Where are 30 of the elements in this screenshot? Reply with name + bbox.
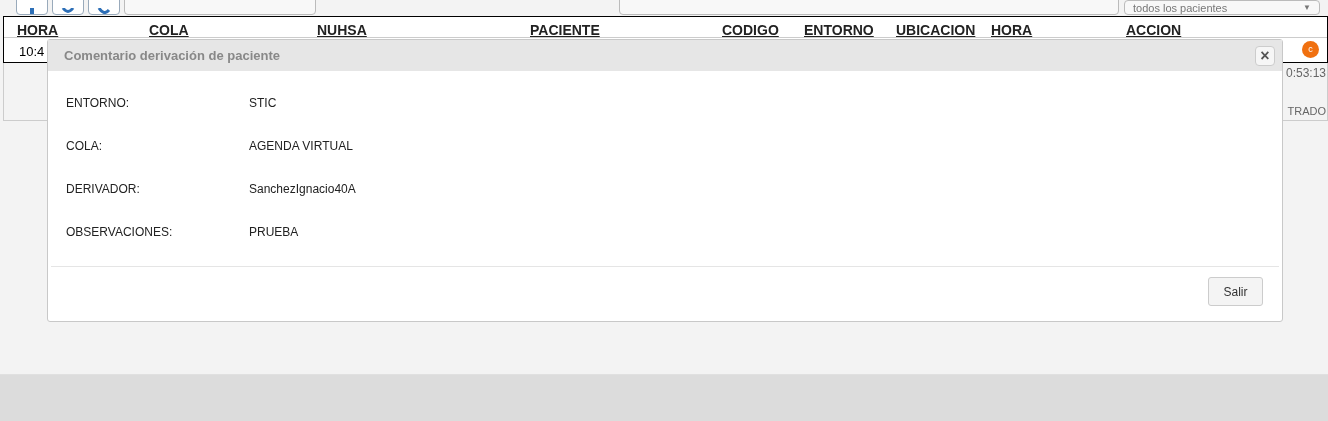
column-header[interactable]: ENTORNO xyxy=(804,20,874,41)
column-header[interactable]: NUHSA xyxy=(317,20,367,41)
search-button[interactable] xyxy=(52,0,84,15)
column-header[interactable]: PACIENTE xyxy=(530,20,600,41)
text-field[interactable] xyxy=(124,0,316,15)
exit-button[interactable]: Salir xyxy=(1208,277,1263,306)
field-value: SanchezIgnacio40A xyxy=(249,181,356,197)
field-value: AGENDA VIRTUAL xyxy=(249,138,353,154)
search-field[interactable] xyxy=(619,0,1119,15)
field-value: STIC xyxy=(249,95,277,111)
caret-icon: ▼ xyxy=(1303,1,1311,14)
column-header[interactable]: ACCION xyxy=(1126,20,1182,41)
field-label: OBSERVACIONES: xyxy=(66,224,174,240)
column-header[interactable]: COLA xyxy=(149,20,189,41)
dialog-title: Comentario derivación de paciente xyxy=(64,46,280,65)
status-label: TRADO xyxy=(1287,104,1326,119)
field-label: ENTORNO: xyxy=(66,95,131,111)
field-label: COLA: xyxy=(66,138,103,154)
column-header[interactable]: UBICACION xyxy=(896,20,976,41)
toolbar-button[interactable] xyxy=(16,0,48,15)
field-value: PRUEBA xyxy=(249,224,299,240)
column-header[interactable]: HORA xyxy=(991,20,1033,41)
field-label: DERIVADOR: xyxy=(66,181,141,197)
timer-text: 0:53:13 xyxy=(1285,65,1326,82)
patient-filter-select[interactable]: todos los pacientes ▼ xyxy=(1124,0,1320,15)
column-header[interactable]: CODIGO xyxy=(722,20,779,41)
refresh-button[interactable] xyxy=(88,0,120,15)
table-cell-text: 10:4 xyxy=(19,43,45,61)
column-header[interactable]: HORA xyxy=(17,20,59,41)
close-button[interactable]: × xyxy=(1255,45,1275,66)
